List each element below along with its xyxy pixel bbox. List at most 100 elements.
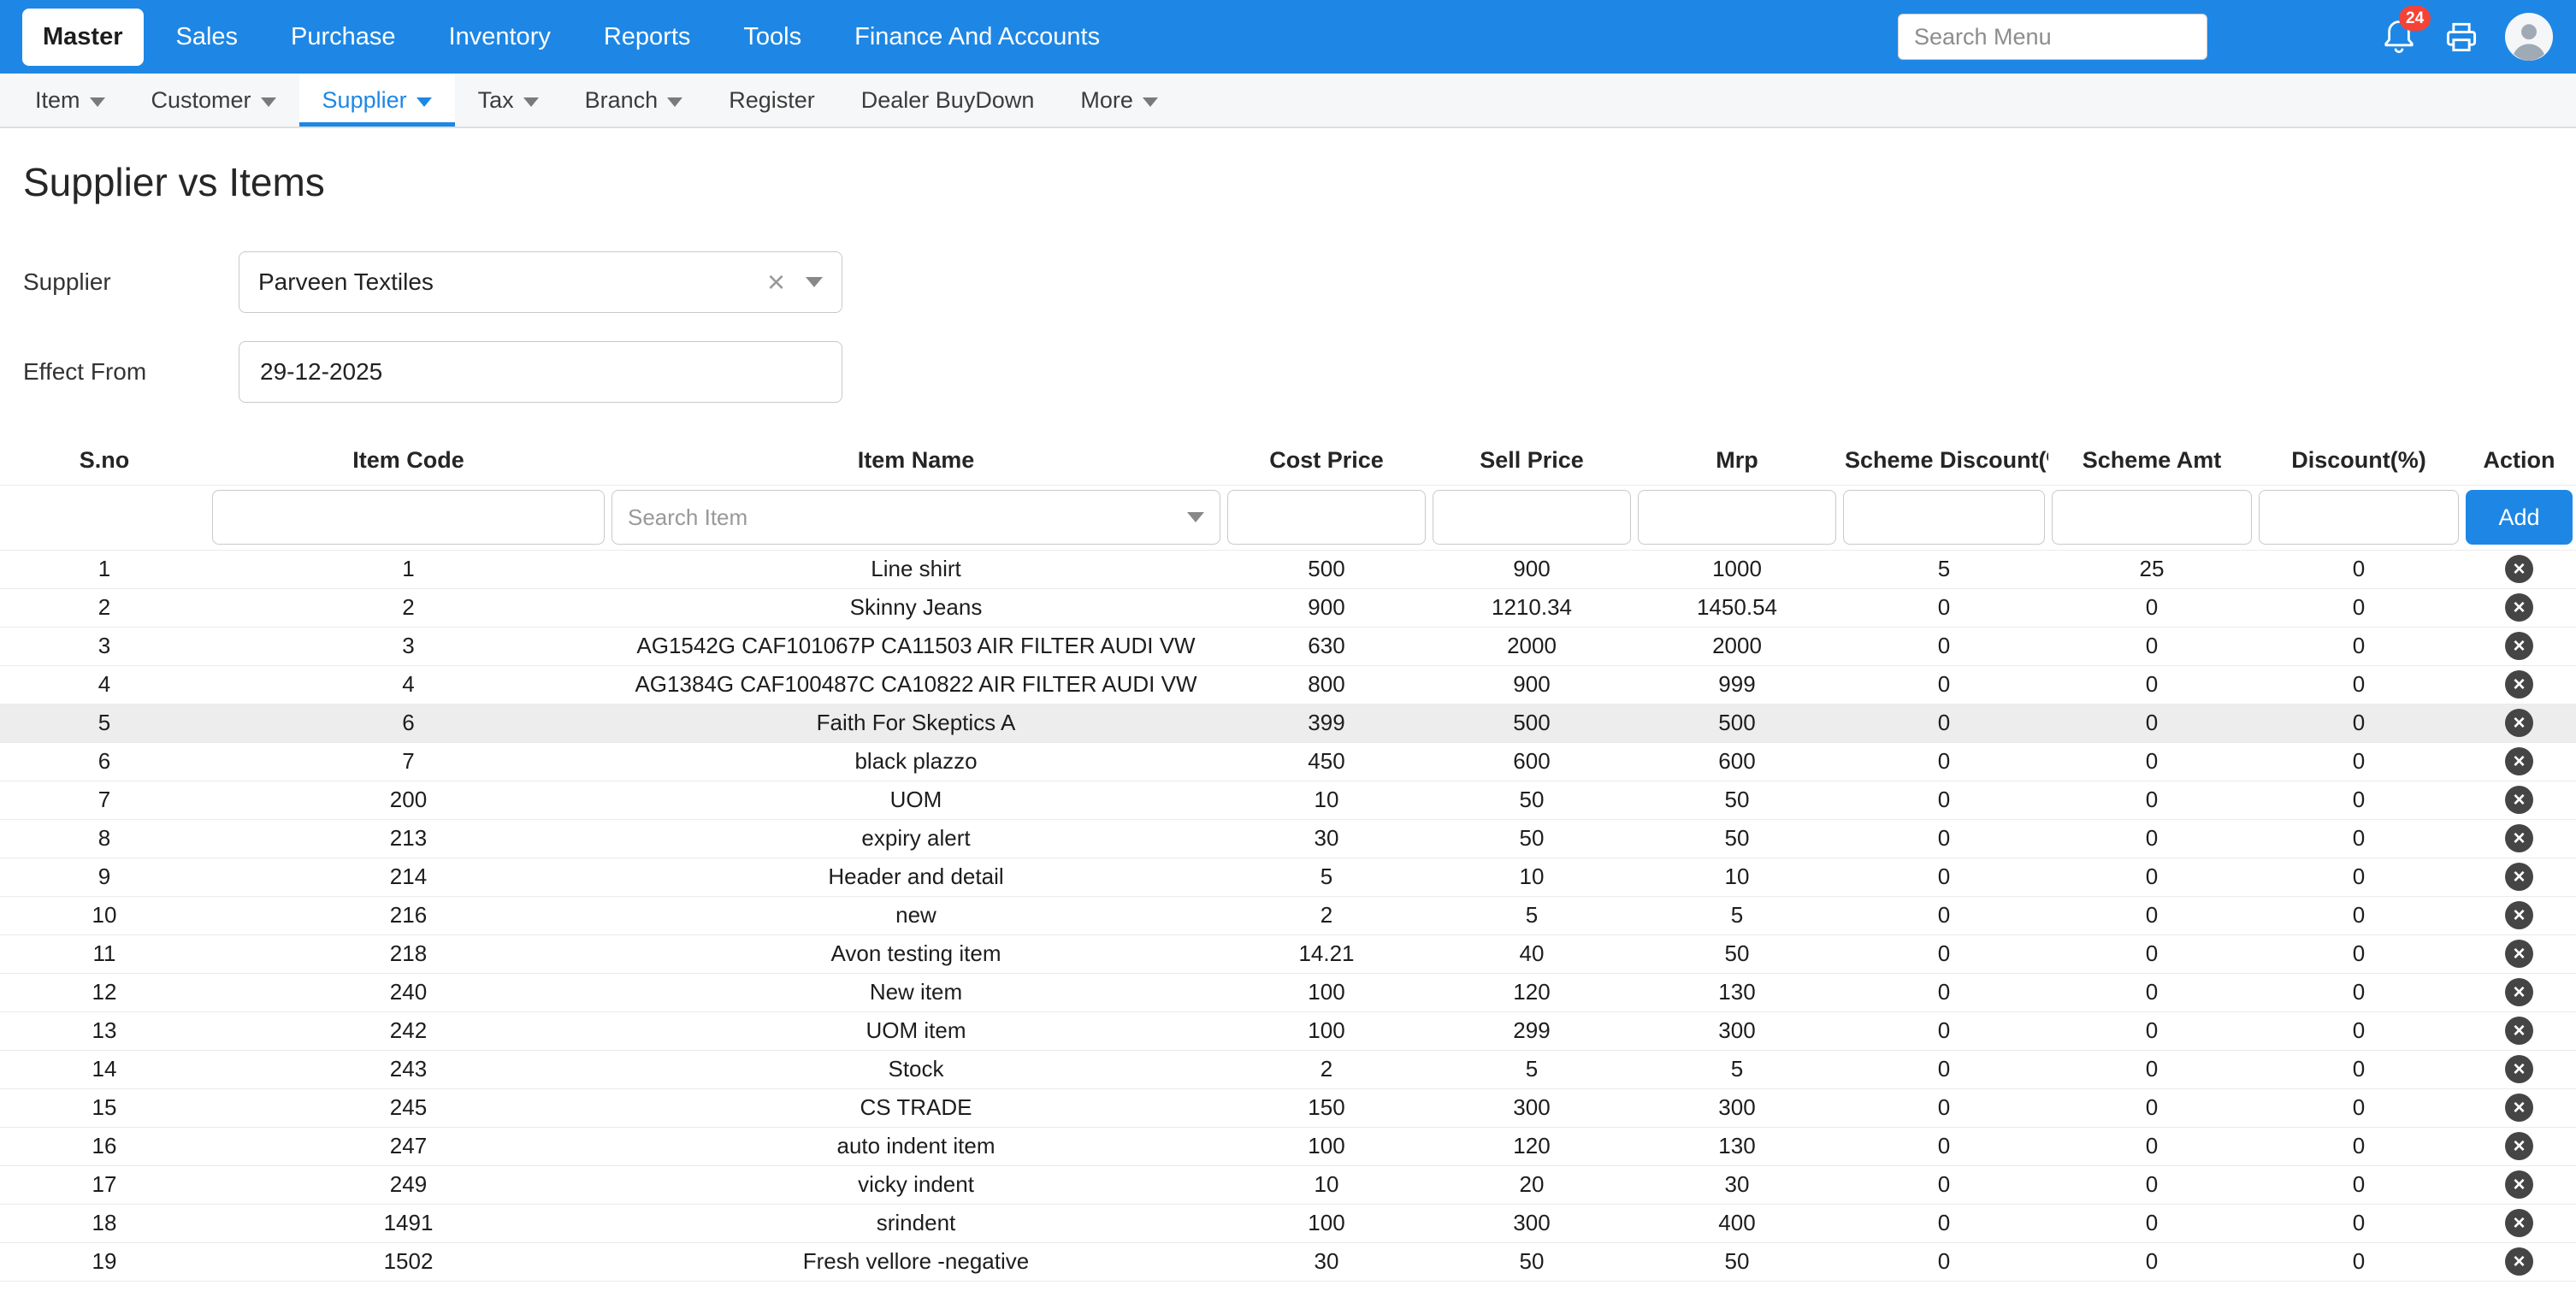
- cell-item-name: CS TRADE: [608, 1088, 1224, 1127]
- cell-sno: 15: [0, 1088, 209, 1127]
- table-row[interactable]: 2 2 Skinny Jeans 900 1210.34 1450.54 0 0…: [0, 588, 2576, 627]
- remove-item-button[interactable]: ×: [2505, 1209, 2533, 1237]
- subnav-item-register[interactable]: Register: [706, 74, 838, 127]
- cell-action: ×: [2462, 781, 2576, 819]
- col-header-cost-price: Cost Price: [1224, 437, 1429, 485]
- topnav-item-tools[interactable]: Tools: [723, 9, 822, 66]
- topnav-item-master[interactable]: Master: [22, 9, 144, 66]
- discount-filter-input[interactable]: [2259, 490, 2459, 545]
- table-row[interactable]: 3 3 AG1542G CAF101067P CA11503 AIR FILTE…: [0, 627, 2576, 665]
- table-row[interactable]: 5 6 Faith For Skeptics A 399 500 500 0 0…: [0, 704, 2576, 742]
- table-row[interactable]: 12 240 New item 100 120 130 0 0 0 ×: [0, 973, 2576, 1011]
- remove-item-button[interactable]: ×: [2505, 709, 2533, 737]
- cell-discount: 0: [2255, 1050, 2462, 1088]
- col-header-mrp: Mrp: [1634, 437, 1840, 485]
- table-row[interactable]: 19 1502 Fresh vellore -negative 30 50 50…: [0, 1242, 2576, 1281]
- cell-scheme-amt: 0: [2048, 1088, 2255, 1127]
- cell-cost-price: 500: [1224, 550, 1429, 588]
- cell-mrp: 30: [1634, 1165, 1840, 1204]
- topnav-item-inventory[interactable]: Inventory: [428, 9, 571, 66]
- remove-item-button[interactable]: ×: [2505, 978, 2533, 1006]
- table-row[interactable]: 18 1491 srindent 100 300 400 0 0 0 ×: [0, 1204, 2576, 1242]
- table-row[interactable]: 17 249 vicky indent 10 20 30 0 0 0 ×: [0, 1165, 2576, 1204]
- subnav-item-tax[interactable]: Tax: [455, 74, 562, 127]
- print-button[interactable]: [2441, 15, 2482, 58]
- cell-sell-price: 120: [1429, 973, 1634, 1011]
- table-row[interactable]: 9 214 Header and detail 5 10 10 0 0 0 ×: [0, 858, 2576, 896]
- filter-cell-empty: [0, 485, 209, 550]
- cell-scheme-amt: 0: [2048, 1204, 2255, 1242]
- table-row[interactable]: 10 216 new 2 5 5 0 0 0 ×: [0, 896, 2576, 934]
- table-row[interactable]: 7 200 UOM 10 50 50 0 0 0 ×: [0, 781, 2576, 819]
- cell-cost-price: 100: [1224, 973, 1429, 1011]
- remove-item-button[interactable]: ×: [2505, 863, 2533, 891]
- topnav-item-purchase[interactable]: Purchase: [270, 9, 417, 66]
- cell-mrp: 1450.54: [1634, 588, 1840, 627]
- supplier-select[interactable]: Parveen Textiles ×: [239, 251, 842, 313]
- table-row[interactable]: 8 213 expiry alert 30 50 50 0 0 0 ×: [0, 819, 2576, 858]
- cell-cost-price: 10: [1224, 1165, 1429, 1204]
- table-row[interactable]: 1 1 Line shirt 500 900 1000 5 25 0 ×: [0, 550, 2576, 588]
- notifications-button[interactable]: 24: [2378, 15, 2419, 58]
- remove-item-button[interactable]: ×: [2505, 940, 2533, 968]
- remove-item-button[interactable]: ×: [2505, 901, 2533, 929]
- remove-item-button[interactable]: ×: [2505, 670, 2533, 699]
- subnav-item-item[interactable]: Item: [12, 74, 128, 127]
- cell-item-name: Stock: [608, 1050, 1224, 1088]
- cell-mrp: 50: [1634, 819, 1840, 858]
- item-code-filter-input[interactable]: [212, 490, 605, 545]
- search-menu-input[interactable]: [1898, 14, 2207, 60]
- remove-item-button[interactable]: ×: [2505, 555, 2533, 583]
- table-row[interactable]: 6 7 black plazzo 450 600 600 0 0 0 ×: [0, 742, 2576, 781]
- subnav-item-customer[interactable]: Customer: [128, 74, 299, 127]
- col-header-scheme-amt: Scheme Amt: [2048, 437, 2255, 485]
- remove-item-button[interactable]: ×: [2505, 1247, 2533, 1276]
- cell-sno: 1: [0, 550, 209, 588]
- cell-item-name: AG1384G CAF100487C CA10822 AIR FILTER AU…: [608, 665, 1224, 704]
- add-button[interactable]: Add: [2466, 490, 2573, 545]
- table-row[interactable]: 13 242 UOM item 100 299 300 0 0 0 ×: [0, 1011, 2576, 1050]
- remove-item-button[interactable]: ×: [2505, 593, 2533, 622]
- remove-item-button[interactable]: ×: [2505, 1132, 2533, 1160]
- topnav-item-reports[interactable]: Reports: [583, 9, 712, 66]
- item-name-search-select[interactable]: Search Item: [612, 490, 1220, 545]
- chevron-down-icon[interactable]: [806, 277, 823, 287]
- subnav-item-more[interactable]: More: [1057, 74, 1181, 127]
- cell-cost-price: 5: [1224, 858, 1429, 896]
- chevron-down-icon: [1187, 512, 1204, 522]
- cell-action: ×: [2462, 1127, 2576, 1165]
- remove-item-button[interactable]: ×: [2505, 1170, 2533, 1199]
- scheme-amt-filter-input[interactable]: [2052, 490, 2252, 545]
- cell-item-code: 1: [209, 550, 608, 588]
- cost-price-filter-input[interactable]: [1227, 490, 1426, 545]
- table-row[interactable]: 4 4 AG1384G CAF100487C CA10822 AIR FILTE…: [0, 665, 2576, 704]
- subnav-item-branch[interactable]: Branch: [562, 74, 706, 127]
- effect-from-input[interactable]: [239, 341, 842, 403]
- scheme-discount-filter-input[interactable]: [1843, 490, 2045, 545]
- topnav-item-sales[interactable]: Sales: [156, 9, 259, 66]
- remove-item-button[interactable]: ×: [2505, 747, 2533, 775]
- topnav-item-finance-and-accounts[interactable]: Finance And Accounts: [834, 9, 1120, 66]
- mrp-filter-input[interactable]: [1638, 490, 1836, 545]
- cell-scheme-amt: 0: [2048, 781, 2255, 819]
- remove-item-button[interactable]: ×: [2505, 786, 2533, 814]
- cell-action: ×: [2462, 896, 2576, 934]
- remove-item-button[interactable]: ×: [2505, 824, 2533, 852]
- table-row[interactable]: 11 218 Avon testing item 14.21 40 50 0 0…: [0, 934, 2576, 973]
- remove-item-button[interactable]: ×: [2505, 1094, 2533, 1122]
- table-row[interactable]: 16 247 auto indent item 100 120 130 0 0 …: [0, 1127, 2576, 1165]
- user-avatar[interactable]: [2504, 12, 2554, 62]
- sell-price-filter-input[interactable]: [1433, 490, 1631, 545]
- remove-item-button[interactable]: ×: [2505, 1017, 2533, 1045]
- items-table: S.no Item Code Item Name Cost Price Sell…: [0, 437, 2576, 1282]
- cell-discount: 0: [2255, 665, 2462, 704]
- clear-icon[interactable]: ×: [767, 267, 785, 298]
- cell-item-name: Faith For Skeptics A: [608, 704, 1224, 742]
- table-row[interactable]: 14 243 Stock 2 5 5 0 0 0 ×: [0, 1050, 2576, 1088]
- cell-mrp: 1000: [1634, 550, 1840, 588]
- remove-item-button[interactable]: ×: [2505, 632, 2533, 660]
- table-row[interactable]: 15 245 CS TRADE 150 300 300 0 0 0 ×: [0, 1088, 2576, 1127]
- subnav-item-dealer-buydown[interactable]: Dealer BuyDown: [838, 74, 1058, 127]
- remove-item-button[interactable]: ×: [2505, 1055, 2533, 1083]
- subnav-item-supplier[interactable]: Supplier: [299, 74, 455, 127]
